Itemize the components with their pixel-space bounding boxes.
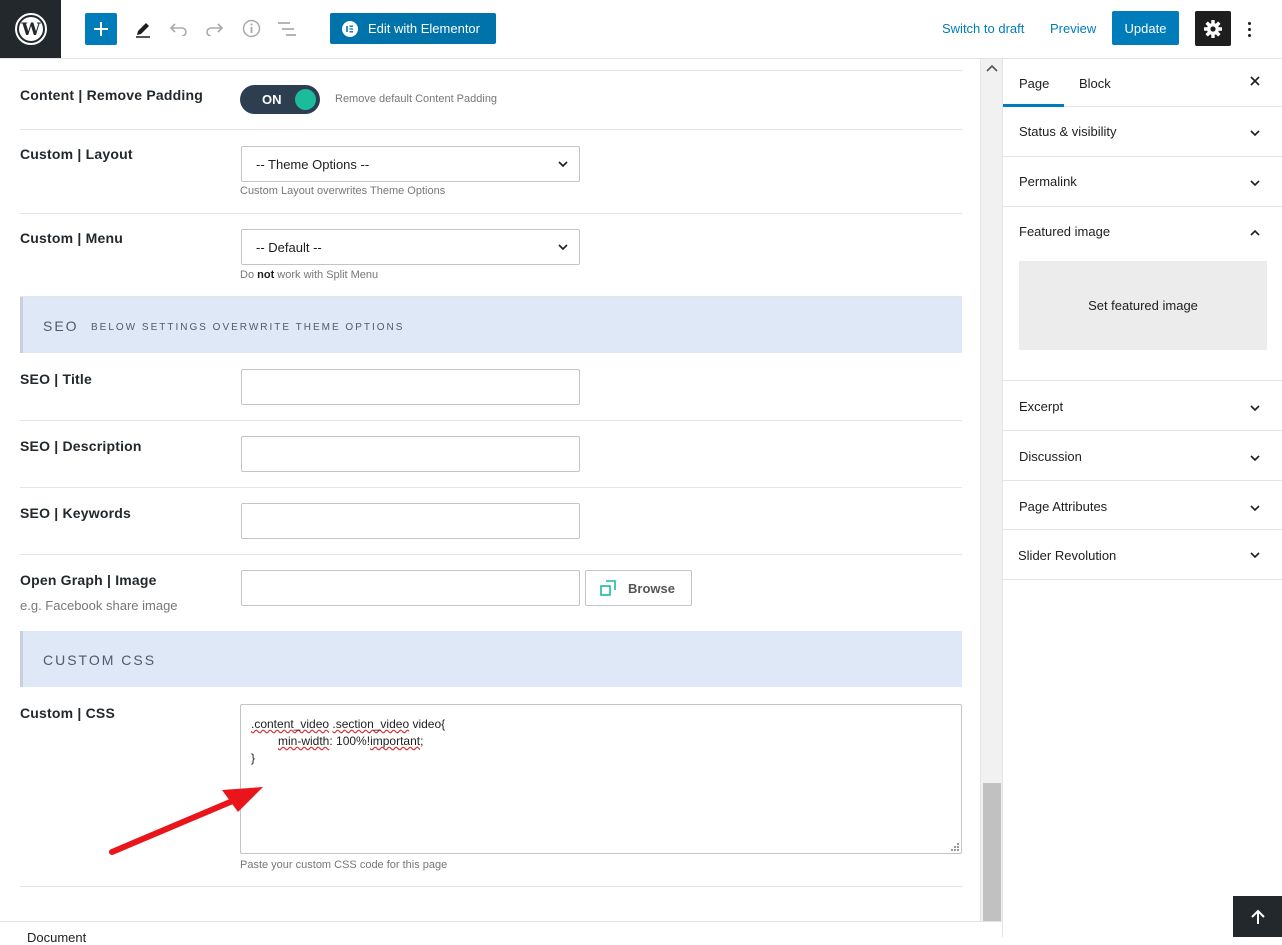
editor-footer-breadcrumb: Document xyxy=(0,921,1002,945)
toggle-knob xyxy=(295,89,316,110)
seo-keywords-row: SEO | Keywords xyxy=(20,488,962,555)
gear-icon xyxy=(1204,19,1222,38)
wordpress-logo-icon[interactable]: W xyxy=(0,0,61,58)
chevron-down-icon xyxy=(558,161,568,168)
update-button[interactable]: Update xyxy=(1112,11,1179,45)
edit-with-elementor-label: Edit with Elementor xyxy=(368,21,480,36)
seo-description-input[interactable] xyxy=(241,436,580,472)
undo-icon[interactable] xyxy=(169,19,189,39)
seo-title-input[interactable] xyxy=(241,369,580,405)
og-image-label: Open Graph | Image xyxy=(20,572,157,588)
browse-label: Browse xyxy=(628,580,675,596)
panel-page-attributes[interactable]: Page Attributes xyxy=(1003,481,1282,530)
redo-icon[interactable] xyxy=(204,19,224,39)
custom-menu-value: -- Default -- xyxy=(256,240,322,255)
og-image-row: Open Graph | Image e.g. Facebook share i… xyxy=(20,555,962,631)
custom-css-row: Custom | CSS .content_video .section_vid… xyxy=(20,687,962,887)
panel-permalink[interactable]: Permalink xyxy=(1003,157,1282,207)
panel-status-visibility[interactable]: Status & visibility xyxy=(1003,107,1282,157)
panel-excerpt[interactable]: Excerpt xyxy=(1003,381,1282,431)
tab-block[interactable]: Block xyxy=(1079,76,1111,91)
og-image-sublabel: e.g. Facebook share image xyxy=(20,598,178,613)
breadcrumb-document[interactable]: Document xyxy=(27,930,86,945)
seo-keywords-label: SEO | Keywords xyxy=(20,505,131,521)
tab-page[interactable]: Page xyxy=(1019,76,1049,91)
seo-description-label: SEO | Description xyxy=(20,438,142,454)
elementor-icon xyxy=(342,20,358,37)
custom-css-textarea[interactable]: .content_video .section_video video{ min… xyxy=(240,704,962,854)
set-featured-image-button[interactable]: Set featured image xyxy=(1019,261,1267,350)
custom-css-section-header: CUSTOM CSS xyxy=(20,631,962,687)
add-block-button[interactable] xyxy=(85,13,117,45)
seo-keywords-input[interactable] xyxy=(241,503,580,539)
chevron-down-icon xyxy=(1250,455,1260,462)
resize-handle-icon[interactable] xyxy=(949,841,959,851)
chevron-down-icon xyxy=(1250,180,1260,187)
scroll-to-top-button[interactable] xyxy=(1233,896,1282,937)
toggle-state: ON xyxy=(262,92,282,107)
chevron-down-icon xyxy=(1250,552,1260,559)
browse-button[interactable]: Browse xyxy=(585,570,692,606)
custom-css-label: Custom | CSS xyxy=(20,705,115,721)
remove-padding-row: Content | Remove Padding ON Remove defau… xyxy=(20,71,962,130)
panel-discussion[interactable]: Discussion xyxy=(1003,431,1282,481)
og-image-input[interactable] xyxy=(241,570,580,606)
seo-section-header: SEO BELOW SETTINGS OVERWRITE THEME OPTIO… xyxy=(20,297,962,353)
custom-layout-hint: Custom Layout overwrites Theme Options xyxy=(240,185,446,197)
switch-to-draft-button[interactable]: Switch to draft xyxy=(942,13,1024,44)
editor-header: W Edit with Elementor Switch to draft Pr… xyxy=(0,0,1282,59)
main-scrollbar[interactable] xyxy=(980,59,1002,921)
custom-menu-select[interactable]: -- Default -- xyxy=(241,229,580,265)
settings-sidebar: Page Block Status & visibility Permalink… xyxy=(1002,59,1282,937)
chevron-up-icon[interactable] xyxy=(986,64,998,74)
custom-menu-hint: Do not work with Split Menu xyxy=(240,269,379,281)
browse-media-icon xyxy=(600,580,616,596)
css-line-3: } xyxy=(251,751,256,765)
custom-css-hint: Paste your custom CSS code for this page xyxy=(240,859,448,871)
chevron-down-icon xyxy=(1250,505,1260,512)
meta-box-content: Content | Remove Padding ON Remove defau… xyxy=(0,59,980,921)
seo-title-row: SEO | Title xyxy=(20,353,962,421)
svg-text:W: W xyxy=(20,20,41,40)
edit-pencil-icon[interactable] xyxy=(133,18,153,40)
custom-menu-label: Custom | Menu xyxy=(20,230,123,246)
remove-padding-hint: Remove default Content Padding xyxy=(335,93,498,105)
edit-with-elementor-button[interactable]: Edit with Elementor xyxy=(330,13,496,44)
seo-title-label: SEO | Title xyxy=(20,371,92,387)
chevron-down-icon xyxy=(558,244,568,251)
sidebar-tabs: Page Block xyxy=(1003,59,1282,107)
arrow-up-icon xyxy=(1250,909,1265,924)
preview-button[interactable]: Preview xyxy=(1050,13,1096,44)
css-line-1: .content_video .section_video video{ xyxy=(251,717,446,731)
chevron-up-icon[interactable] xyxy=(1248,226,1262,240)
seo-section-subtitle: BELOW SETTINGS OVERWRITE THEME OPTIONS xyxy=(91,322,405,333)
custom-layout-select[interactable]: -- Theme Options -- xyxy=(241,146,580,182)
panel-slider-revolution[interactable]: Slider Revolution xyxy=(1003,530,1282,580)
info-icon[interactable] xyxy=(241,18,261,38)
more-options-icon[interactable] xyxy=(1240,15,1258,43)
remove-padding-label: Content | Remove Padding xyxy=(20,87,203,103)
outline-list-icon[interactable] xyxy=(276,19,298,39)
settings-gear-button[interactable] xyxy=(1195,11,1231,46)
scroll-thumb[interactable] xyxy=(983,783,1001,921)
custom-css-section-title: CUSTOM CSS xyxy=(43,652,157,668)
remove-padding-toggle[interactable]: ON xyxy=(240,85,320,114)
chevron-down-icon xyxy=(1250,405,1260,412)
css-line-2: min-width: 100%!important; xyxy=(278,734,424,748)
close-icon[interactable] xyxy=(1249,75,1261,87)
custom-menu-row: Custom | Menu -- Default -- Do not work … xyxy=(20,214,962,297)
custom-layout-row: Custom | Layout -- Theme Options -- Cust… xyxy=(20,130,962,214)
custom-layout-label: Custom | Layout xyxy=(20,146,133,162)
seo-section-title: SEO xyxy=(43,318,79,334)
chevron-down-icon xyxy=(1250,130,1260,137)
seo-description-row: SEO | Description xyxy=(20,421,962,488)
custom-layout-value: -- Theme Options -- xyxy=(256,157,370,172)
